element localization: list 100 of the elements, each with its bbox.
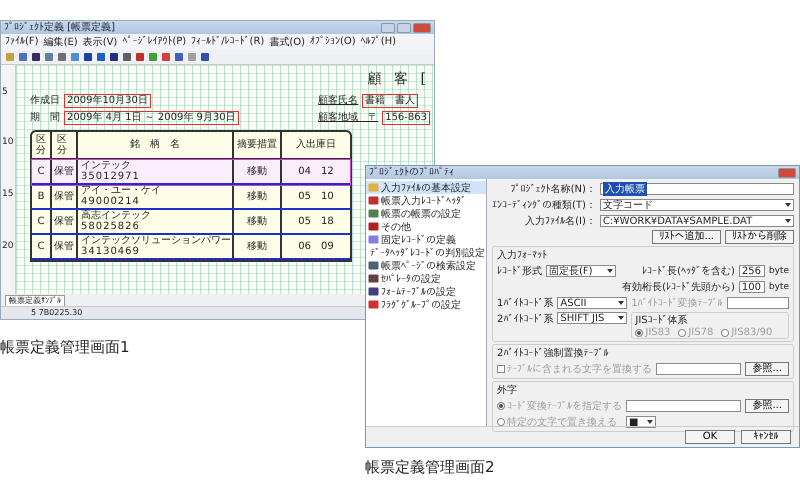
setting-icon: [368, 196, 379, 205]
field-label: ﾚｺｰﾄﾞ形式: [497, 264, 542, 278]
dropdown-arrow-icon: [618, 301, 624, 305]
table-cell: C: [32, 160, 52, 183]
settings-list-item[interactable]: 帳票ﾍﾟｰｼﾞの検索設定: [366, 259, 486, 272]
close-button[interactable]: [413, 22, 431, 32]
field-label: ﾌﾟﾛｼﾞｪｸﾄ名称(N)：: [510, 182, 596, 196]
menu-item[interactable]: ｵﾌﾟｼｮﾝ(O): [310, 35, 356, 49]
dialog-button[interactable]: OK: [685, 430, 735, 444]
field-value: 2009年 4月 1日 ～ 2009年 9月30日: [64, 110, 239, 125]
field-label: 作成日: [30, 94, 60, 107]
gaiji-table-field[interactable]: [626, 400, 742, 412]
group-title: 入力ﾌｫｰﾏｯﾄ: [497, 248, 548, 262]
list-button[interactable]: ﾘｽﾄから削除: [725, 230, 794, 244]
field-value: 156-863: [382, 110, 430, 125]
field-value: 2009年10月30日: [64, 94, 151, 108]
group-title: 外字: [497, 384, 518, 397]
menu-item[interactable]: ﾌｧｲﾙ(F): [5, 35, 39, 49]
dialog-title: ﾌﾟﾛｼﾞｪｸﾄのﾌﾟﾛﾊﾟﾃｨ: [369, 166, 454, 179]
status-text: 5 7B0225.30: [31, 308, 82, 317]
field-label: 入力ﾌｧｲﾙ名(I)：: [524, 214, 596, 228]
settings-list-item[interactable]: その他: [366, 220, 486, 233]
field-value: 書籍 書人: [362, 94, 418, 108]
dropdown-arrow-icon: [607, 269, 613, 273]
close-button[interactable]: [778, 168, 796, 178]
field-label: 1ﾊﾞｲﾄｺｰﾄﾞ系: [497, 296, 554, 310]
record-length-field[interactable]: 256: [738, 265, 765, 277]
unit-label: byte: [768, 266, 789, 276]
setting-icon: [368, 183, 379, 192]
conversion-table-field[interactable]: [726, 297, 789, 309]
list-button[interactable]: ﾘｽﾄへ追加...: [652, 230, 721, 244]
encoding-dropdown[interactable]: 文字コード: [600, 199, 794, 211]
project-name-field[interactable]: 入力帳票: [600, 183, 794, 195]
table-cell: 高志インテック: [81, 210, 151, 222]
settings-list-item[interactable]: ﾃﾞｰﾀﾍｯﾀﾞﾚｺｰﾄﾞの判別設定: [366, 246, 486, 259]
table-cell: 保管: [52, 160, 78, 183]
column-header: 入出庫日: [295, 138, 337, 152]
row-number: 10: [2, 137, 14, 147]
menu-item[interactable]: 書式(O): [269, 35, 305, 49]
dialog-button[interactable]: ｷｬﾝｾﾙ: [741, 430, 791, 444]
table-cell: B: [32, 184, 52, 208]
settings-list-item[interactable]: ｾﾊﾟﾚｰﾀの設定: [366, 272, 486, 285]
menu-item[interactable]: ﾍﾟｰｼﾞﾚｲｱｳﾄ(P): [122, 35, 186, 49]
setting-icon: [368, 222, 379, 231]
double-byte-dropdown[interactable]: SHIFT JIS: [557, 312, 628, 324]
table-cell-text: 05 10: [297, 190, 335, 204]
settings-list-item[interactable]: ﾌﾗｸﾞｸﾞﾙｰﾌﾟの設定: [366, 298, 486, 311]
replace-table-field[interactable]: [656, 363, 742, 375]
table-cell: 保管: [52, 184, 78, 208]
caption: 帳票定義管理画面1: [0, 338, 130, 357]
setting-icon: [368, 287, 379, 296]
record-type-dropdown[interactable]: 固定長(F): [546, 265, 616, 277]
menu-item[interactable]: 編集(E): [44, 35, 78, 49]
table-cell: 49000214: [81, 196, 140, 208]
dropdown-arrow-icon: [618, 316, 624, 320]
field-label: 顧客地域 〒: [318, 112, 378, 124]
form-heading: 顧 客 [: [366, 71, 430, 89]
field-label: 期 間: [30, 112, 60, 124]
table-cell-text: 06 09: [297, 240, 335, 254]
table-cell: 移動: [234, 210, 282, 233]
settings-list-item[interactable]: 入力ﾌｧｲﾙの基本設定: [366, 181, 486, 194]
menu-item[interactable]: ﾌｨｰﾙﾄﾞ/ﾚｺｰﾄﾞ(R): [191, 35, 264, 49]
row-number: 15: [2, 189, 14, 199]
table-cell-text: 05 18: [297, 214, 335, 229]
valid-length-field[interactable]: 100: [738, 281, 765, 293]
caption: 帳票定義管理画面2: [365, 458, 495, 477]
menu-item[interactable]: ﾍﾙﾌﾟ(H): [360, 35, 396, 49]
single-byte-dropdown[interactable]: ASCII: [557, 297, 628, 309]
setting-icon: [368, 300, 379, 309]
settings-list-item[interactable]: 帳票の帳票の設定: [366, 207, 486, 220]
table-cell: インテックソリューションパワー: [81, 234, 231, 246]
dropdown-arrow-icon: [785, 219, 791, 223]
setting-icon: [368, 261, 379, 270]
table-cell: アイ・ユー・ケイ: [81, 184, 161, 196]
field-label: 顧客氏名: [318, 94, 358, 107]
row-number: 5: [2, 87, 8, 97]
table-cell: 移動: [234, 160, 282, 183]
sheet-tab[interactable]: 帳票定義ｻﾝﾌﾟﾙ: [5, 295, 65, 306]
settings-list-item[interactable]: 帳票入力ﾚｺｰﾄﾞﾍｯﾀﾞ: [366, 194, 486, 207]
field-label: 1ﾊﾞｲﾄｺｰﾄﾞ変換ﾃｰﾌﾞﾙ: [631, 296, 723, 310]
settings-list-item[interactable]: ﾌｫｰﾑﾃｰﾌﾞﾙの設定: [366, 285, 486, 298]
maximize-button[interactable]: [397, 22, 411, 32]
field-label: 2ﾊﾞｲﾄｺｰﾄﾞ系: [497, 312, 554, 326]
settings-list-item[interactable]: 固定ﾚｺｰﾄﾞの定義: [366, 233, 486, 246]
table-cell: インテック: [81, 160, 131, 172]
field-label: ｴﾝｺｰﾃﾞｨﾝｸﾞの種類(T)：: [492, 198, 596, 212]
setting-icon: [368, 235, 379, 244]
table-cell: C: [32, 234, 52, 258]
menu-item[interactable]: 表示(V): [82, 35, 118, 49]
field-label: ﾚｺｰﾄﾞ長(ﾍｯﾀﾞを含む): [641, 264, 735, 278]
group-title: 2ﾊﾞｲﾄｺｰﾄﾞ強制置換ﾃｰﾌﾞﾙ: [497, 346, 610, 360]
table-cell: 34130469: [81, 246, 140, 258]
table-cell-text: 04 12: [297, 164, 335, 179]
input-file-dropdown[interactable]: C:¥WORK¥DATA¥SAMPLE.DAT: [600, 215, 794, 227]
table-cell: 保管: [52, 210, 78, 233]
field-label: 有効桁長(ﾚｺｰﾄﾞ先頭から): [621, 280, 735, 294]
dropdown-arrow-icon: [647, 420, 653, 424]
table-cell: 58025826: [81, 221, 140, 233]
minimize-button[interactable]: [381, 22, 395, 32]
table-cell: 保管: [52, 234, 78, 258]
